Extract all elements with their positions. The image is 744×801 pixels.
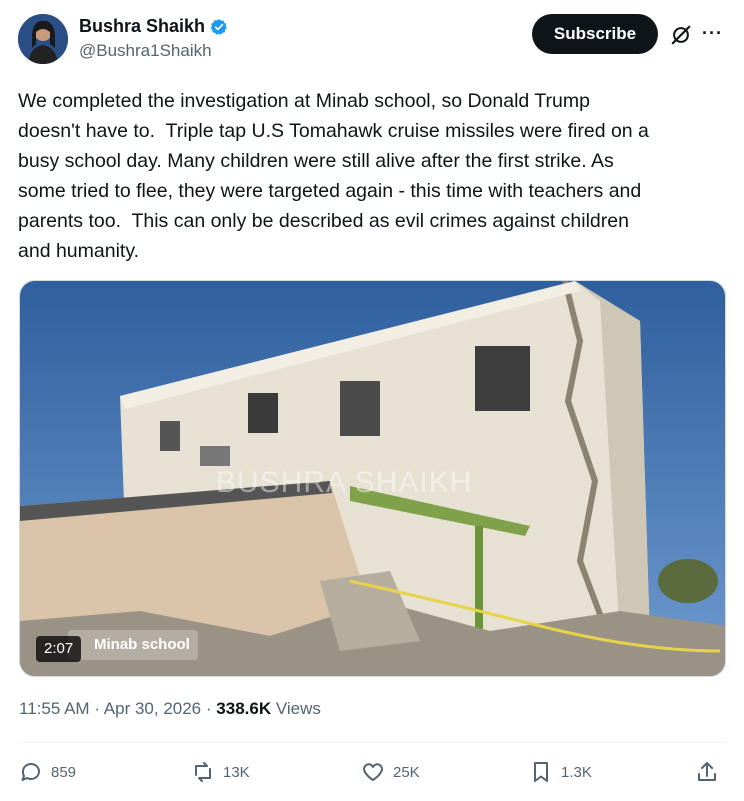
divider bbox=[19, 742, 726, 743]
meta-separator: · bbox=[94, 699, 100, 718]
heart-icon bbox=[363, 763, 383, 781]
video-media[interactable]: BUSHRA SHAIKH Minab school 2:07 bbox=[19, 280, 726, 677]
tweet-time[interactable]: 11:55 AM bbox=[19, 699, 90, 718]
views-label: Views bbox=[275, 699, 321, 718]
video-duration: 2:07 bbox=[36, 636, 82, 662]
grok-icon[interactable] bbox=[670, 24, 692, 46]
views-count: 338.6K bbox=[216, 699, 272, 718]
reply-count: 859 bbox=[51, 763, 77, 781]
watermark: BUSHRA SHAIKH bbox=[216, 466, 473, 499]
share-icon bbox=[698, 762, 716, 781]
verified-badge-icon[interactable] bbox=[210, 18, 228, 36]
display-name-row: Bushra Shaikh bbox=[79, 16, 228, 37]
meta-separator: · bbox=[205, 699, 212, 718]
like-button[interactable]: 25K bbox=[361, 760, 420, 784]
location-tag: Minab school bbox=[68, 630, 198, 660]
reply-button[interactable]: 859 bbox=[19, 760, 76, 784]
reply-icon bbox=[21, 763, 40, 781]
action-bar: 859 13K 25K 1.3K bbox=[19, 760, 726, 788]
display-name[interactable]: Bushra Shaikh bbox=[79, 16, 205, 37]
tweet-meta: 11:55 AM · Apr 30, 2026 · 338.6K Views bbox=[19, 699, 321, 719]
avatar[interactable] bbox=[18, 14, 68, 64]
subscribe-button[interactable]: Subscribe bbox=[532, 14, 658, 54]
tweet-header: Bushra Shaikh @Bushra1Shaikh Subscribe ·… bbox=[18, 14, 726, 66]
repost-button[interactable]: 13K bbox=[191, 760, 250, 784]
repost-count: 13K bbox=[223, 763, 250, 781]
author-names: Bushra Shaikh @Bushra1Shaikh bbox=[79, 16, 228, 61]
repost-icon bbox=[195, 762, 211, 782]
tweet-text: We completed the investigation at Minab … bbox=[18, 90, 649, 262]
tweet-date[interactable]: Apr 30, 2026 bbox=[104, 699, 201, 718]
share-button[interactable] bbox=[695, 760, 719, 784]
bookmark-count: 1.3K bbox=[561, 763, 592, 781]
bookmark-icon bbox=[534, 762, 548, 782]
bookmark-button[interactable]: 1.3K bbox=[529, 760, 592, 784]
handle[interactable]: @Bushra1Shaikh bbox=[79, 41, 228, 61]
like-count: 25K bbox=[393, 763, 420, 781]
more-options-icon[interactable]: ··· bbox=[702, 22, 724, 44]
